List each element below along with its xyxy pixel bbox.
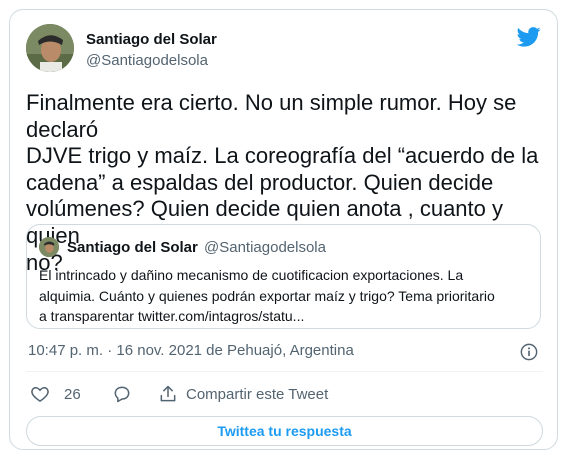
comment-icon	[114, 386, 130, 403]
like-count: 26	[64, 385, 81, 403]
quoted-tweet[interactable]: Santiago del Solar @Santiagodelsola El i…	[26, 224, 541, 329]
tweet-card: Santiago del Solar @Santiagodelsola Fina…	[9, 9, 558, 450]
author-avatar[interactable]	[26, 24, 74, 72]
heart-icon	[31, 386, 49, 402]
twitter-bird-icon[interactable]	[517, 27, 541, 47]
divider	[26, 371, 543, 372]
reply-action[interactable]	[112, 383, 132, 405]
quoted-author-avatar	[39, 237, 59, 257]
share-icon	[160, 385, 176, 402]
share-label: Compartir este Tweet	[186, 385, 329, 403]
tweet-actions: 26 Compartir este Tweet	[26, 379, 543, 409]
reply-button[interactable]: Twittea tu respuesta	[26, 416, 543, 446]
quoted-author-handle: @Santiagodelsola	[204, 239, 326, 256]
author-name[interactable]: Santiago del Solar	[86, 31, 217, 48]
author-handle[interactable]: @Santiagodelsola	[86, 52, 208, 69]
share-button[interactable]: Compartir este Tweet	[158, 383, 328, 405]
quoted-tweet-text: El intrincado y dañino mecanismo de cuot…	[39, 267, 495, 324]
info-icon[interactable]	[520, 343, 538, 361]
quoted-author-name: Santiago del Solar	[67, 239, 198, 256]
tweet-timestamp[interactable]: 10:47 p. m. · 16 nov. 2021 de Pehuajó, A…	[28, 342, 354, 359]
like-button[interactable]: 26	[30, 383, 81, 405]
